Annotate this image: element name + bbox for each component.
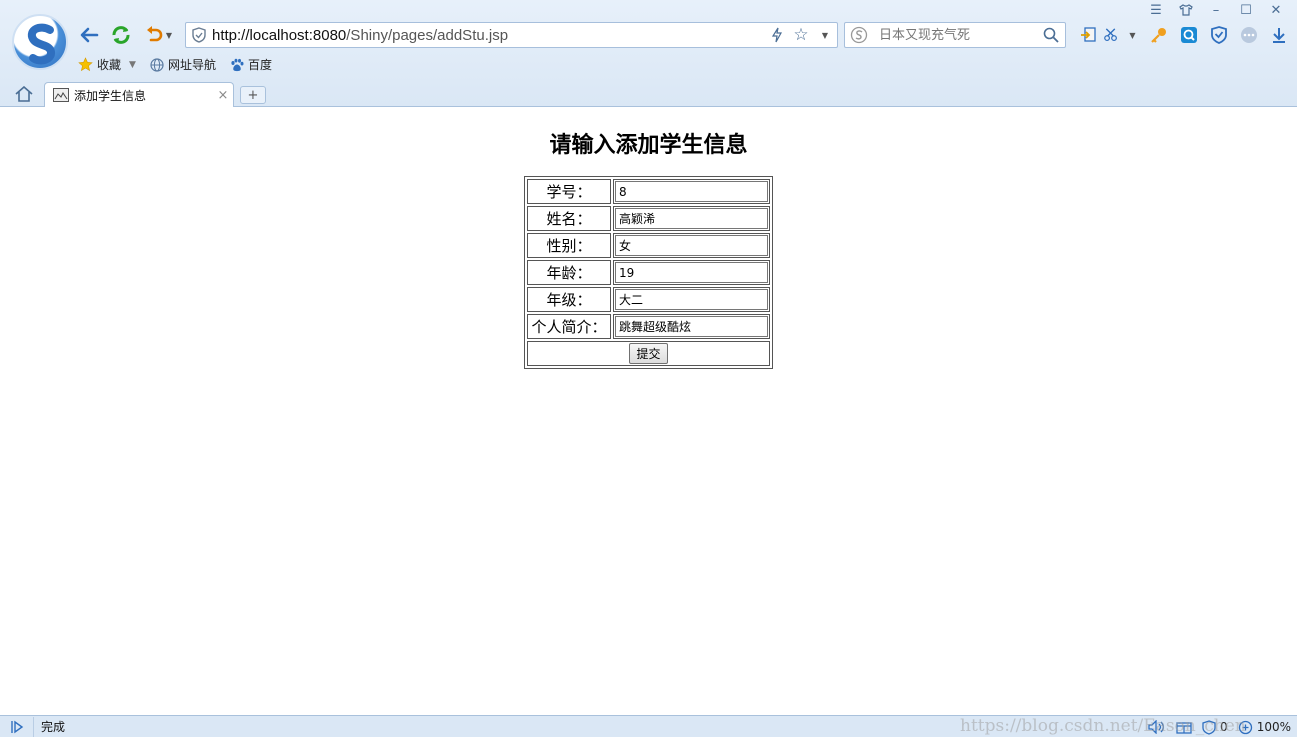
screenshot-scissors-icon[interactable]: ▼ <box>1104 22 1144 48</box>
field-label: 性别： <box>527 233 611 258</box>
minimize-icon[interactable]: – <box>1201 1 1231 19</box>
home-icon <box>15 86 33 102</box>
undo-icon <box>146 26 163 42</box>
key-icon[interactable] <box>1144 22 1174 48</box>
star-icon <box>78 57 93 72</box>
tab-add-student[interactable]: 添加学生信息 × <box>44 82 234 107</box>
field-label: 姓名： <box>527 206 611 231</box>
search-engine-icon[interactable] <box>845 26 873 44</box>
bookmark-label: 网址导航 <box>167 58 216 72</box>
url-path: /Shiny/pages/addStu.jsp <box>346 26 509 44</box>
bookmarks-bar: 收藏 ▼ 网址导航 百度 <box>78 56 286 73</box>
more-options-icon[interactable] <box>1234 22 1264 48</box>
home-button[interactable] <box>12 84 36 104</box>
undo-close-button[interactable]: ▼ <box>140 22 176 48</box>
search-box[interactable] <box>844 22 1066 48</box>
chevron-down-icon[interactable]: ▼ <box>129 60 136 70</box>
watermark-text: https://blog.csdn.net/Eason_chen <box>960 716 1246 736</box>
url-text[interactable]: http://localhost:8080/Shiny/pages/addStu… <box>212 27 765 44</box>
back-arrow-icon <box>80 27 99 43</box>
page-content: 请输入添加学生信息 学号： 姓名： 性别： 年龄： 年级： <box>0 108 1297 715</box>
form-row-name: 姓名： <box>527 206 770 231</box>
address-dropdown-icon[interactable]: ▼ <box>813 23 837 47</box>
bookmark-star-icon[interactable]: ☆ <box>789 23 813 47</box>
form-row-bio: 个人简介： <box>527 314 770 339</box>
field-label: 年级： <box>527 287 611 312</box>
bookmark-label: 百度 <box>247 58 272 72</box>
close-window-icon[interactable]: ✕ <box>1261 1 1291 19</box>
page-favicon-icon <box>53 88 69 102</box>
form-row-gender: 性别： <box>527 233 770 258</box>
status-text: 完成 <box>41 720 66 734</box>
browser-chrome: ☰ – ☐ ✕ ▼ http://localhost:8080/Shiny/pa… <box>0 0 1297 107</box>
speed-mode-icon[interactable] <box>765 23 789 47</box>
tab-title: 添加学生信息 <box>74 88 147 103</box>
browser-logo-icon[interactable] <box>12 14 68 70</box>
new-tab-button[interactable]: + <box>240 86 266 104</box>
refresh-button[interactable] <box>108 22 134 48</box>
back-button[interactable] <box>76 22 102 48</box>
chevron-down-icon: ▼ <box>1129 30 1136 40</box>
form-row-student-id: 学号： <box>527 179 770 204</box>
bookmark-label: 收藏 <box>97 58 122 72</box>
menu-icon[interactable]: ☰ <box>1141 1 1171 19</box>
search-input[interactable] <box>873 26 1037 44</box>
submit-button[interactable]: 提交 <box>629 343 668 364</box>
search-icon[interactable] <box>1037 27 1065 43</box>
sidebar-toggle-icon[interactable] <box>0 716 34 737</box>
security-guard-icon[interactable] <box>1204 22 1234 48</box>
form-row-grade: 年级： <box>527 287 770 312</box>
globe-icon <box>150 57 164 72</box>
toolbar-extensions: ▼ <box>1074 22 1294 48</box>
field-label: 学号： <box>527 179 611 204</box>
bookmark-favorites[interactable]: 收藏 ▼ <box>78 56 136 73</box>
scan-icon[interactable] <box>1174 22 1204 48</box>
url-host: http://localhost:8080 <box>212 26 347 44</box>
address-bar[interactable]: http://localhost:8080/Shiny/pages/addStu… <box>185 22 838 48</box>
refresh-icon <box>112 26 130 44</box>
field-label: 个人简介： <box>527 314 611 339</box>
student-form-table: 学号： 姓名： 性别： 年龄： 年级： 个人简介： <box>524 176 773 369</box>
grade-input[interactable] <box>615 289 768 310</box>
form-row-submit: 提交 <box>527 341 770 366</box>
bookmark-baidu[interactable]: 百度 <box>230 56 272 73</box>
zoom-level: 100% <box>1256 720 1291 734</box>
age-input[interactable] <box>615 262 768 283</box>
bookmark-nav-sites[interactable]: 网址导航 <box>150 56 216 73</box>
baidu-paw-icon <box>230 58 244 72</box>
bio-input[interactable] <box>615 316 768 337</box>
student-id-input[interactable] <box>615 181 768 202</box>
security-shield-icon <box>186 23 212 47</box>
skin-icon[interactable] <box>1171 1 1201 19</box>
chevron-down-icon: ▼ <box>165 30 173 40</box>
tab-close-icon[interactable]: × <box>213 88 233 103</box>
field-label: 年龄： <box>527 260 611 285</box>
page-title: 请输入添加学生信息 <box>549 132 748 158</box>
window-controls: ☰ – ☐ ✕ <box>1141 1 1291 19</box>
name-input[interactable] <box>615 208 768 229</box>
maximize-icon[interactable]: ☐ <box>1231 1 1261 19</box>
form-row-age: 年龄： <box>527 260 770 285</box>
extension-icon[interactable] <box>1074 22 1104 48</box>
gender-input[interactable] <box>615 235 768 256</box>
download-icon[interactable] <box>1264 22 1294 48</box>
